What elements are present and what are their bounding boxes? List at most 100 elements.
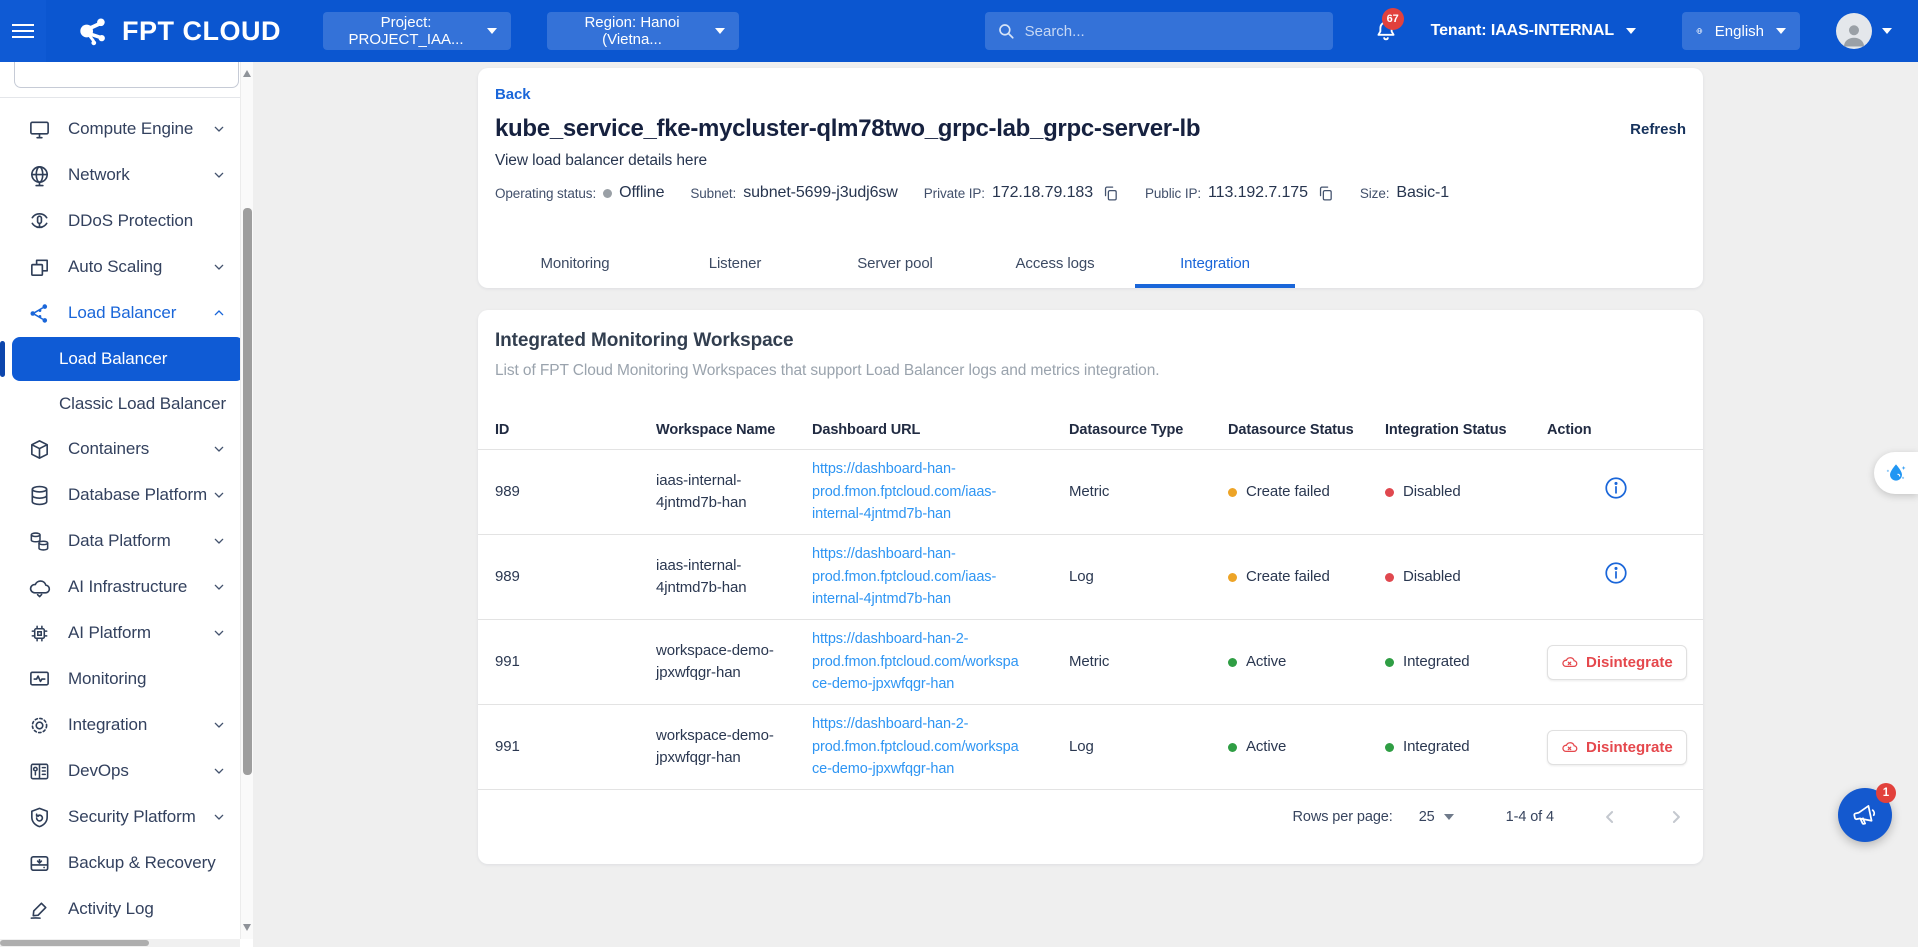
dashboard-url-link[interactable]: https://dashboard-han-2-prod.fmon.fptclo… [812, 713, 1047, 780]
cell-workspace-name: workspace-demo-jpxwfqgr-han [656, 640, 812, 685]
sidebar-item-containers[interactable]: Containers [0, 426, 253, 472]
notifications-button[interactable]: 67 [1373, 18, 1399, 44]
status-dot-warning [1228, 573, 1237, 582]
tab-integration[interactable]: Integration [1135, 242, 1295, 288]
status-text: Active [1246, 736, 1286, 759]
tab-listener[interactable]: Listener [655, 242, 815, 288]
sidebar-item-label: Containers [68, 439, 211, 459]
sidebar-scrollbar[interactable] [240, 62, 253, 939]
sidebar-subitem-classic-load-balancer[interactable]: Classic Load Balancer [0, 382, 253, 426]
operating-status-field: Operating status: Offline [495, 184, 664, 202]
fpt-cloud-logo[interactable]: FPT CLOUD [74, 12, 281, 50]
search-input[interactable] [1025, 23, 1321, 40]
refresh-button[interactable]: Refresh [1630, 121, 1686, 138]
chevron-down-icon [211, 809, 227, 825]
status-text: Create failed [1246, 566, 1330, 589]
assistant-pill-button[interactable] [1874, 452, 1918, 494]
sidebar-item-ddos-protection[interactable]: DDoS Protection [0, 198, 253, 244]
sidebar-horizontal-scrollbar[interactable] [0, 939, 240, 947]
user-menu[interactable] [1836, 13, 1892, 49]
back-link[interactable]: Back [495, 86, 530, 103]
cloud-icon [28, 576, 51, 599]
status-text: Integrated [1403, 651, 1470, 674]
pen-icon [28, 898, 51, 921]
column-header-dashboard-url: Dashboard URL [812, 422, 1069, 438]
copy-icon[interactable] [1102, 185, 1119, 202]
sidebar-item-data-platform[interactable]: Data Platform [0, 518, 253, 564]
sidebar-search-input[interactable] [14, 62, 239, 88]
sidebar-item-monitoring[interactable]: Monitoring [0, 656, 253, 702]
global-search[interactable] [985, 12, 1333, 50]
chevron-down-icon [487, 28, 497, 34]
sidebar-item-network[interactable]: Network [0, 152, 253, 198]
tab-server-pool[interactable]: Server pool [815, 242, 975, 288]
cloud-off-icon [1561, 739, 1578, 756]
subnet-field: Subnet: subnet-5699-j3udj6sw [690, 184, 897, 202]
horizontal-scrollbar-thumb[interactable] [0, 940, 149, 946]
layers-icon [28, 256, 51, 279]
cell-workspace-name: workspace-demo-jpxwfqgr-han [656, 725, 812, 770]
previous-page-button[interactable] [1600, 807, 1620, 827]
project-selector[interactable]: Project: PROJECT_IAA... [323, 12, 511, 50]
chip-icon [28, 622, 51, 645]
scroll-down-arrow-icon[interactable] [243, 924, 251, 931]
tab-access-logs[interactable]: Access logs [975, 242, 1135, 288]
sidebar-item-compute-engine[interactable]: Compute Engine [0, 106, 253, 152]
disintegrate-label: Disintegrate [1586, 654, 1673, 671]
sidebar-item-integration[interactable]: Integration [0, 702, 253, 748]
card-title: Integrated Monitoring Workspace [478, 330, 1703, 352]
disintegrate-button[interactable]: Disintegrate [1547, 730, 1687, 765]
sidebar-subitem-load-balancer[interactable]: Load Balancer [12, 337, 244, 381]
tenant-selector[interactable]: Tenant: IAAS-INTERNAL [1431, 22, 1636, 40]
table-row: 989 iaas-internal-4jntmd7b-han https://d… [478, 450, 1703, 535]
sidebar-item-activity-log[interactable]: Activity Log [0, 886, 253, 932]
info-icon[interactable] [1603, 475, 1629, 501]
chevron-down-icon [1776, 28, 1786, 34]
status-dot-error [1385, 488, 1394, 497]
dashboard-url-link[interactable]: https://dashboard-han-2-prod.fmon.fptclo… [812, 628, 1047, 695]
water-drop-icon [1883, 460, 1909, 486]
sidebar-item-label: AI Infrastructure [68, 577, 211, 597]
disintegrate-button[interactable]: Disintegrate [1547, 645, 1687, 680]
sidebar-item-backup-recovery[interactable]: Backup & Recovery [0, 840, 253, 886]
field-label: Operating status: [495, 186, 596, 201]
sidebar-item-label: DDoS Protection [68, 211, 227, 231]
column-header-integration-status: Integration Status [1385, 422, 1547, 438]
tab-monitoring[interactable]: Monitoring [495, 242, 655, 288]
scroll-up-arrow-icon[interactable] [243, 70, 251, 77]
drive-icon [28, 852, 51, 875]
cell-workspace-name: iaas-internal-4jntmd7b-han [656, 555, 812, 600]
chevron-down-icon [211, 487, 227, 503]
announcements-fab[interactable]: 1 [1838, 788, 1892, 842]
chevron-up-icon [211, 305, 227, 321]
sidebar-item-load-balancer[interactable]: Load Balancer [0, 290, 253, 336]
sidebar-item-label: Data Platform [68, 531, 211, 551]
sidebar-item-security-platform[interactable]: Security Platform [0, 794, 253, 840]
cell-datasource-type: Metric [1069, 481, 1228, 504]
scrollbar-thumb[interactable] [243, 208, 252, 775]
cell-datasource-status: Active [1228, 651, 1385, 674]
size-field: Size: Basic-1 [1360, 184, 1449, 202]
column-header-workspace-name: Workspace Name [656, 422, 812, 438]
dashboard-url-link[interactable]: https://dashboard-han-prod.fmon.fptcloud… [812, 458, 1047, 525]
status-text: Active [1246, 651, 1286, 674]
status-dot-error [1385, 573, 1394, 582]
region-selector[interactable]: Region: Hanoi (Vietna... [547, 12, 739, 50]
sidebar-item-label: Activity Log [68, 899, 227, 919]
next-page-button[interactable] [1666, 807, 1686, 827]
column-header-datasource-type: Datasource Type [1069, 422, 1228, 438]
sidebar-item-devops[interactable]: DevOps [0, 748, 253, 794]
sidebar-item-auto-scaling[interactable]: Auto Scaling [0, 244, 253, 290]
hamburger-menu-icon[interactable] [0, 0, 46, 62]
sidebar-item-ai-platform[interactable]: AI Platform [0, 610, 253, 656]
rows-per-page-select[interactable]: 25 [1419, 809, 1454, 825]
info-icon[interactable] [1603, 560, 1629, 586]
dashboard-url-link[interactable]: https://dashboard-han-prod.fmon.fptcloud… [812, 543, 1047, 610]
shield-icon [28, 806, 51, 829]
sidebar-item-ai-infrastructure[interactable]: AI Infrastructure [0, 564, 253, 610]
sidebar-item-database-platform[interactable]: Database Platform [0, 472, 253, 518]
copy-icon[interactable] [1317, 185, 1334, 202]
field-label: Public IP: [1145, 186, 1201, 201]
gear-icon [28, 714, 51, 737]
language-selector[interactable]: English [1682, 12, 1800, 50]
